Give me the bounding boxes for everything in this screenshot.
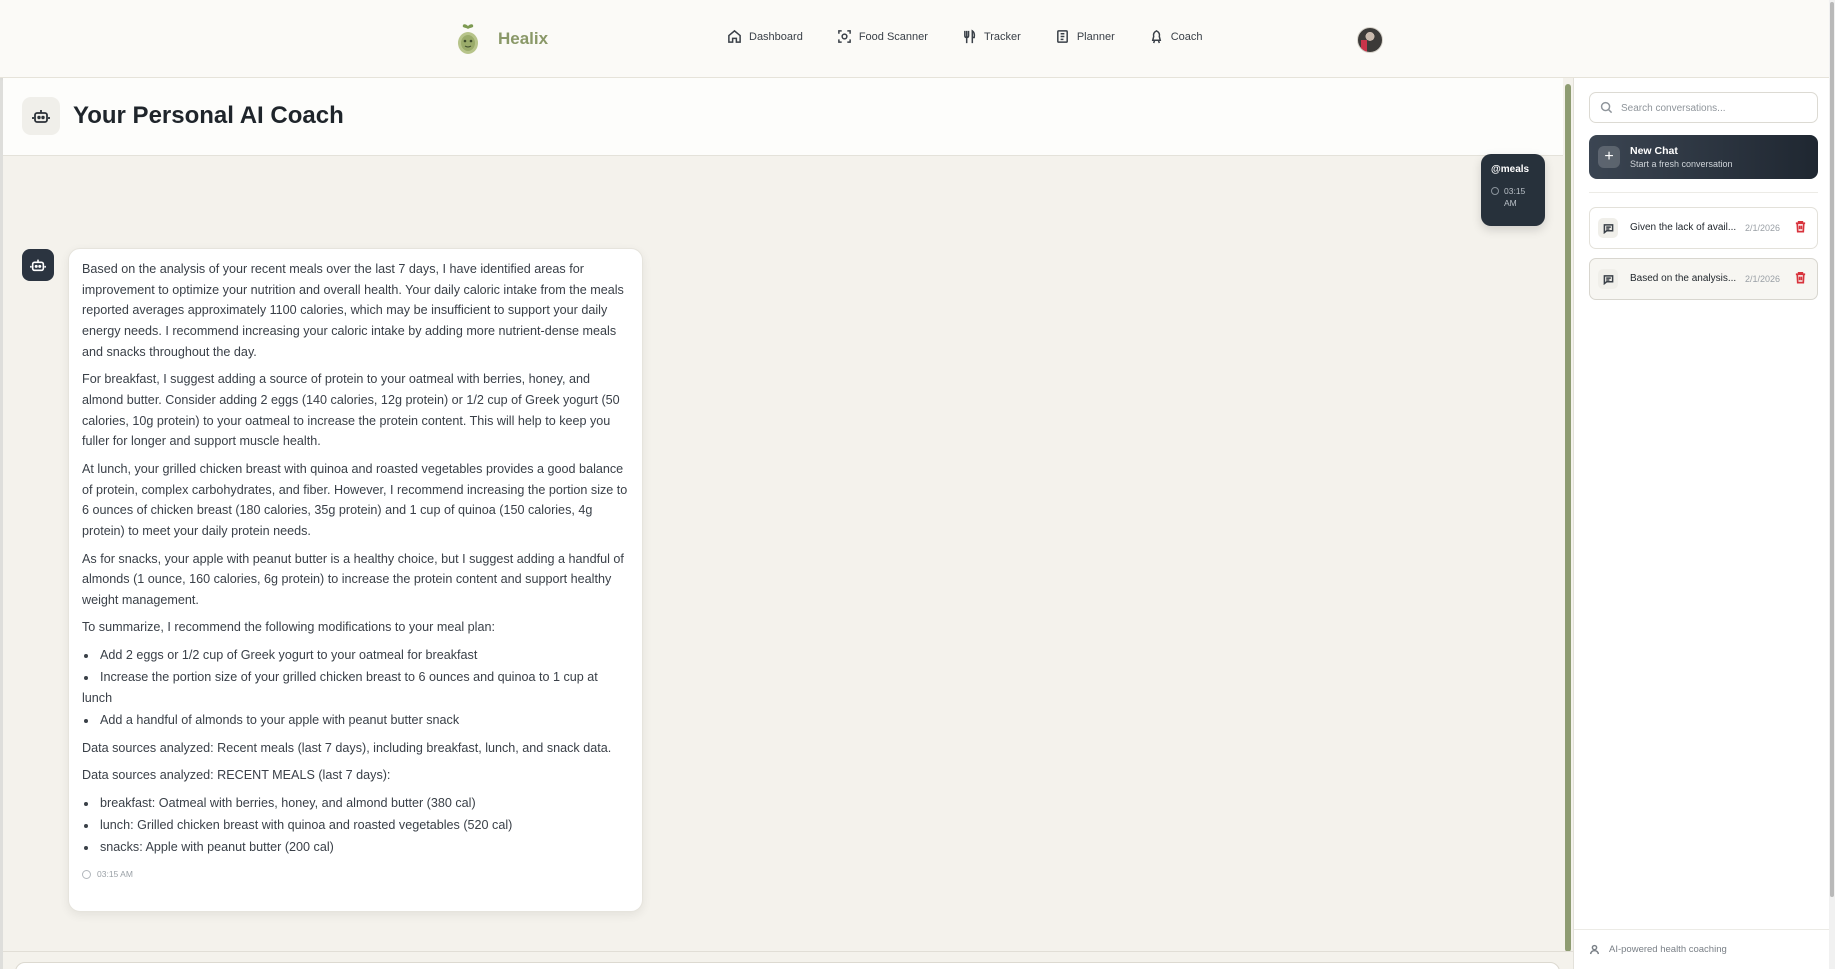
user-message-text: @meals	[1491, 164, 1530, 175]
user-icon	[1589, 944, 1600, 955]
delete-conversation-button[interactable]	[1794, 271, 1810, 287]
trash-icon	[1795, 272, 1806, 284]
user-time-text: 03:15 AM	[1504, 186, 1526, 208]
conversation-title: Given the lack of avail...	[1630, 222, 1737, 233]
message-input-area[interactable]	[15, 962, 1560, 969]
new-chat-subtitle: Start a fresh conversation	[1630, 159, 1733, 169]
list-item: snacks: Apple with peanut butter (200 ca…	[82, 837, 629, 858]
user-avatar[interactable]	[1357, 27, 1383, 53]
nav-planner[interactable]: Planner	[1055, 29, 1115, 44]
conversation-date: 2/1/2026	[1745, 274, 1781, 284]
page-header: Your Personal AI Coach	[3, 78, 1573, 156]
recommendation-list: Add 2 eggs or 1/2 cup of Greek yogurt to…	[82, 645, 629, 731]
nav-dashboard[interactable]: Dashboard	[727, 29, 803, 44]
sidebar-footer: AI-powered health coaching	[1574, 929, 1829, 969]
brand[interactable]: Healix	[454, 22, 548, 56]
sources-summary: Data sources analyzed: Recent meals (las…	[82, 740, 612, 755]
nav-label: Food Scanner	[858, 30, 928, 43]
conversation-date: 2/1/2026	[1745, 223, 1781, 233]
bot-avatar	[22, 249, 54, 281]
scan-icon	[837, 30, 851, 43]
search-icon	[1600, 101, 1613, 114]
nav-food-scanner[interactable]: Food Scanner	[837, 29, 928, 44]
bot-message: Based on the analysis of your recent mea…	[68, 248, 643, 912]
conversation-item[interactable]: Given the lack of avail... 2/1/2026	[1589, 207, 1818, 249]
delete-conversation-button[interactable]	[1794, 220, 1810, 236]
plus-icon: +	[1598, 146, 1620, 168]
nav-label: Dashboard	[749, 30, 803, 43]
chat-scrollbar-thumb[interactable]	[1565, 84, 1571, 952]
user-message: @meals 03:15 AM	[1481, 154, 1545, 226]
nav-label: Planner	[1076, 30, 1115, 43]
header-icon-box	[22, 97, 60, 135]
new-chat-button[interactable]: + New Chat Start a fresh conversation	[1589, 135, 1818, 179]
bot-paragraph: To summarize, I recommend the following …	[82, 620, 495, 635]
conversation-sidebar: + New Chat Start a fresh conversation Gi…	[1573, 78, 1829, 969]
utensils-icon	[964, 29, 976, 44]
list-item: Add 2 eggs or 1/2 cup of Greek yogurt to…	[82, 645, 629, 666]
healix-logo-icon	[458, 24, 478, 54]
clock-icon	[1491, 187, 1499, 195]
bot-icon	[32, 110, 50, 123]
nav-label: Tracker	[983, 30, 1021, 43]
chat-bubble-icon	[1598, 269, 1618, 289]
sources-header: Data sources analyzed: RECENT MEALS (las…	[82, 768, 391, 783]
list-item: Increase the portion size of your grille…	[82, 667, 629, 708]
clock-icon	[82, 870, 91, 880]
top-navbar: Healix Dashboard Food Scanner Tracker Pl…	[0, 0, 1835, 78]
bot-paragraph: For breakfast, I suggest adding a source…	[82, 372, 620, 449]
chat-area: @meals 03:15 AM Based on the analysis of…	[3, 154, 1573, 951]
new-chat-title: New Chat	[1630, 145, 1678, 157]
bot-time-text: 03:15 AM	[97, 869, 133, 880]
main-nav: Dashboard Food Scanner Tracker Planner C…	[727, 29, 1237, 44]
nav-tracker[interactable]: Tracker	[962, 29, 1021, 44]
meal-list: breakfast: Oatmeal with berries, honey, …	[82, 793, 629, 858]
conversation-title: Based on the analysis...	[1630, 273, 1737, 284]
divider	[3, 951, 1573, 952]
conversation-item-active[interactable]: Based on the analysis... 2/1/2026	[1589, 258, 1818, 300]
bot-paragraph: Based on the analysis of your recent mea…	[82, 262, 624, 359]
chat-bubble-icon	[1598, 218, 1618, 238]
bot-icon	[30, 259, 46, 272]
nav-coach[interactable]: Coach	[1149, 29, 1203, 44]
brand-name: Healix	[498, 29, 549, 48]
search-box[interactable]	[1589, 92, 1818, 123]
page-scrollbar-thumb[interactable]	[1830, 2, 1834, 897]
list-item: Add a handful of almonds to your apple w…	[82, 710, 629, 731]
nav-label: Coach	[1170, 30, 1203, 43]
bot-paragraph: As for snacks, your apple with peanut bu…	[82, 551, 624, 607]
list-item: breakfast: Oatmeal with berries, honey, …	[82, 793, 629, 814]
search-input[interactable]	[1621, 99, 1811, 117]
divider	[1589, 192, 1818, 193]
coach-icon	[1151, 30, 1161, 44]
notebook-icon	[1056, 30, 1068, 43]
home-icon	[728, 29, 741, 43]
list-item: lunch: Grilled chicken breast with quino…	[82, 815, 629, 836]
user-message-time: 03:15 AM	[1491, 185, 1535, 209]
bot-message-time: 03:15 AM	[82, 864, 629, 885]
trash-icon	[1795, 221, 1806, 233]
page-title: Your Personal AI Coach	[73, 102, 344, 129]
bot-paragraph: At lunch, your grilled chicken breast wi…	[82, 461, 628, 539]
footer-text: AI-powered health coaching	[1609, 944, 1727, 955]
